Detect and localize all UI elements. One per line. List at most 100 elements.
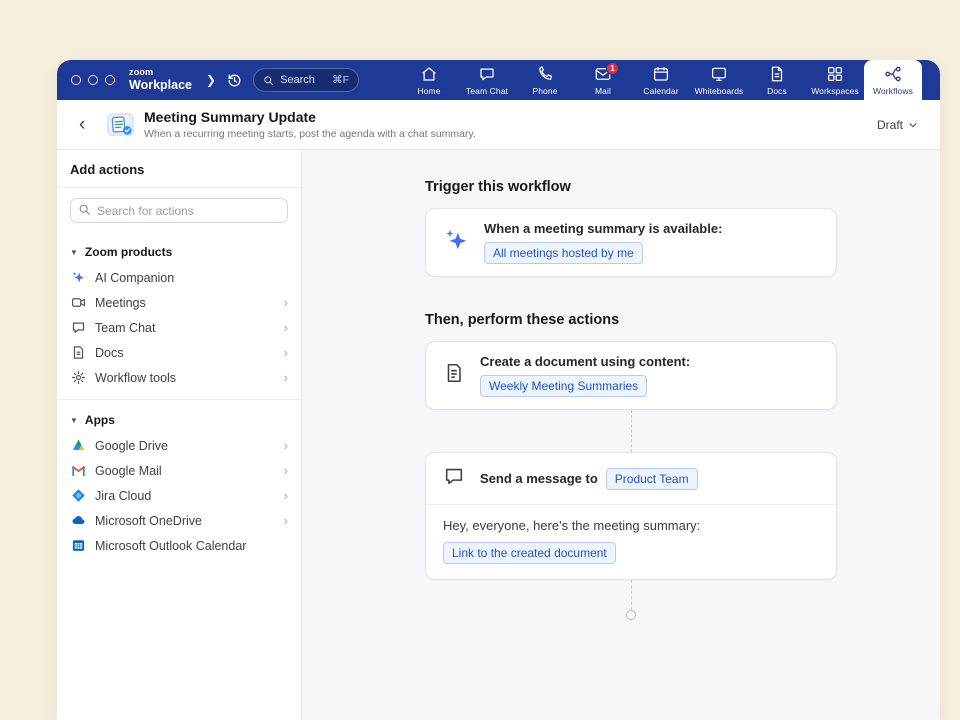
chevron-right-icon: › <box>284 371 288 384</box>
search-shortcut: ⌘F <box>332 74 349 86</box>
sidebar-item-label: Jira Cloud <box>95 489 151 503</box>
create-document-text: Create a document using content: <box>480 354 690 369</box>
ai-companion-icon <box>70 270 86 286</box>
page-title: Meeting Summary Update <box>144 109 476 125</box>
team-chat-icon <box>70 320 86 336</box>
window-control-dot[interactable] <box>88 75 98 85</box>
create-document-card[interactable]: Create a document using content: Weekly … <box>425 341 837 410</box>
actions-search <box>70 198 288 223</box>
nav-item-phone[interactable]: Phone <box>516 60 574 100</box>
sidebar-item-label: Team Chat <box>95 321 155 335</box>
nav-item-mail[interactable]: 1 Mail <box>574 60 632 100</box>
chevron-right-icon: › <box>284 321 288 334</box>
nav-item-more[interactable]: M <box>922 60 940 100</box>
google-drive-icon <box>70 438 86 454</box>
whiteboards-icon <box>710 65 728 83</box>
sidebar-item-label: Google Mail <box>95 464 162 478</box>
trigger-heading: Trigger this workflow <box>425 179 837 195</box>
jira-icon <box>70 488 86 504</box>
collapse-triangle-icon: ▼ <box>70 248 78 257</box>
top-navbar: zoom Workplace ❯ Search ⌘F Home <box>57 60 940 100</box>
collapse-triangle-icon: ▼ <box>70 416 78 425</box>
docs-icon <box>70 345 86 361</box>
sidebar-item-docs[interactable]: Docs › <box>57 340 301 365</box>
nav-item-calendar[interactable]: Calendar <box>632 60 690 100</box>
search-icon <box>78 203 91 221</box>
section-label: Apps <box>85 413 115 427</box>
trigger-card[interactable]: When a meeting summary is available: All… <box>425 208 837 277</box>
section-apps[interactable]: ▼ Apps <box>57 400 301 433</box>
nav-item-whiteboards[interactable]: Whiteboards <box>690 60 748 100</box>
chevron-right-icon: › <box>284 464 288 477</box>
connector-line <box>425 410 837 452</box>
sidebar-item-google-drive[interactable]: Google Drive › <box>57 433 301 458</box>
docs-icon <box>768 65 786 83</box>
navbar-left: zoom Workplace ❯ Search ⌘F <box>57 60 359 100</box>
chat-bubble-icon <box>443 465 465 492</box>
sidebar-item-label: Microsoft Outlook Calendar <box>95 539 246 553</box>
document-content-chip[interactable]: Weekly Meeting Summaries <box>480 375 647 397</box>
sidebar-item-ai-companion[interactable]: AI Companion <box>57 265 301 290</box>
sidebar-item-team-chat[interactable]: Team Chat › <box>57 315 301 340</box>
nav-item-workspaces[interactable]: Workspaces <box>806 60 864 100</box>
actions-sidebar: Add actions ▼ Zoom products AI Companion <box>57 150 302 720</box>
search-icon <box>263 75 274 86</box>
workspaces-icon <box>826 65 844 83</box>
nav-item-label: Phone <box>532 86 557 96</box>
message-link-chip[interactable]: Link to the created document <box>443 542 616 564</box>
nav-item-home[interactable]: Home <box>400 60 458 100</box>
phone-icon <box>536 65 554 83</box>
send-message-card[interactable]: Send a message to Product Team Hey, ever… <box>425 452 837 580</box>
ai-sparkle-icon <box>443 227 469 258</box>
nav-item-workflows[interactable]: Workflows <box>864 60 922 100</box>
sidebar-item-jira-cloud[interactable]: Jira Cloud › <box>57 483 301 508</box>
chevron-right-icon: › <box>284 346 288 359</box>
workflow-header: ‹ Meeting Summary Update When a recurrin… <box>57 100 940 150</box>
back-button[interactable]: ‹ <box>79 115 105 134</box>
sidebar-item-label: Docs <box>95 346 123 360</box>
navbar-tabs: Home Team Chat Phone 1 Mail <box>400 60 940 100</box>
search-input[interactable] <box>70 198 288 223</box>
nav-item-label: Team Chat <box>466 86 508 96</box>
sidebar-item-google-mail[interactable]: Google Mail › <box>57 458 301 483</box>
nav-item-team-chat[interactable]: Team Chat <box>458 60 516 100</box>
home-icon <box>420 65 438 83</box>
workflow-title-block: Meeting Summary Update When a recurring … <box>144 109 476 140</box>
sidebar-item-workflow-tools[interactable]: Workflow tools › <box>57 365 301 390</box>
add-step-node[interactable] <box>626 610 636 620</box>
workflow-canvas: Trigger this workflow When a meeting sum… <box>302 150 940 720</box>
chevron-down-icon <box>908 120 918 130</box>
trigger-scope-chip[interactable]: All meetings hosted by me <box>484 242 643 264</box>
send-message-text: Send a message to <box>480 471 598 486</box>
zoom-workplace-logo: zoom Workplace <box>129 68 192 92</box>
sidebar-item-label: AI Companion <box>95 271 174 285</box>
section-label: Zoom products <box>85 245 172 259</box>
message-recipient-chip[interactable]: Product Team <box>606 468 698 490</box>
nav-item-label: Home <box>417 86 440 96</box>
sidebar-item-label: Meetings <box>95 296 146 310</box>
logo-zoom-text: zoom <box>129 68 192 77</box>
logo-workplace-text: Workplace <box>129 79 192 92</box>
nav-item-docs[interactable]: Docs <box>748 60 806 100</box>
nav-item-label: Workspaces <box>811 86 859 96</box>
window-control-dot[interactable] <box>105 75 115 85</box>
workflow-thumbnail-icon <box>107 111 134 138</box>
meetings-icon <box>70 295 86 311</box>
history-icon[interactable] <box>226 72 243 89</box>
outlook-calendar-icon <box>70 538 86 554</box>
trigger-card-text: When a meeting summary is available: <box>484 221 722 236</box>
sidebar-item-meetings[interactable]: Meetings › <box>57 290 301 315</box>
sidebar-item-microsoft-outlook-calendar[interactable]: Microsoft Outlook Calendar <box>57 533 301 558</box>
sidebar-item-microsoft-onedrive[interactable]: Microsoft OneDrive › <box>57 508 301 533</box>
status-dropdown[interactable]: Draft <box>877 118 918 132</box>
global-search-button[interactable]: Search ⌘F <box>253 68 359 92</box>
sidebar-item-label: Google Drive <box>95 439 168 453</box>
mail-unread-badge: 1 <box>606 62 619 75</box>
chevron-right-icon[interactable]: ❯ <box>206 73 216 87</box>
window-controls[interactable] <box>71 75 115 85</box>
gear-icon <box>70 370 86 386</box>
chevron-right-icon: › <box>284 296 288 309</box>
window-control-dot[interactable] <box>71 75 81 85</box>
section-zoom-products[interactable]: ▼ Zoom products <box>57 232 301 265</box>
connector-end <box>425 580 837 620</box>
